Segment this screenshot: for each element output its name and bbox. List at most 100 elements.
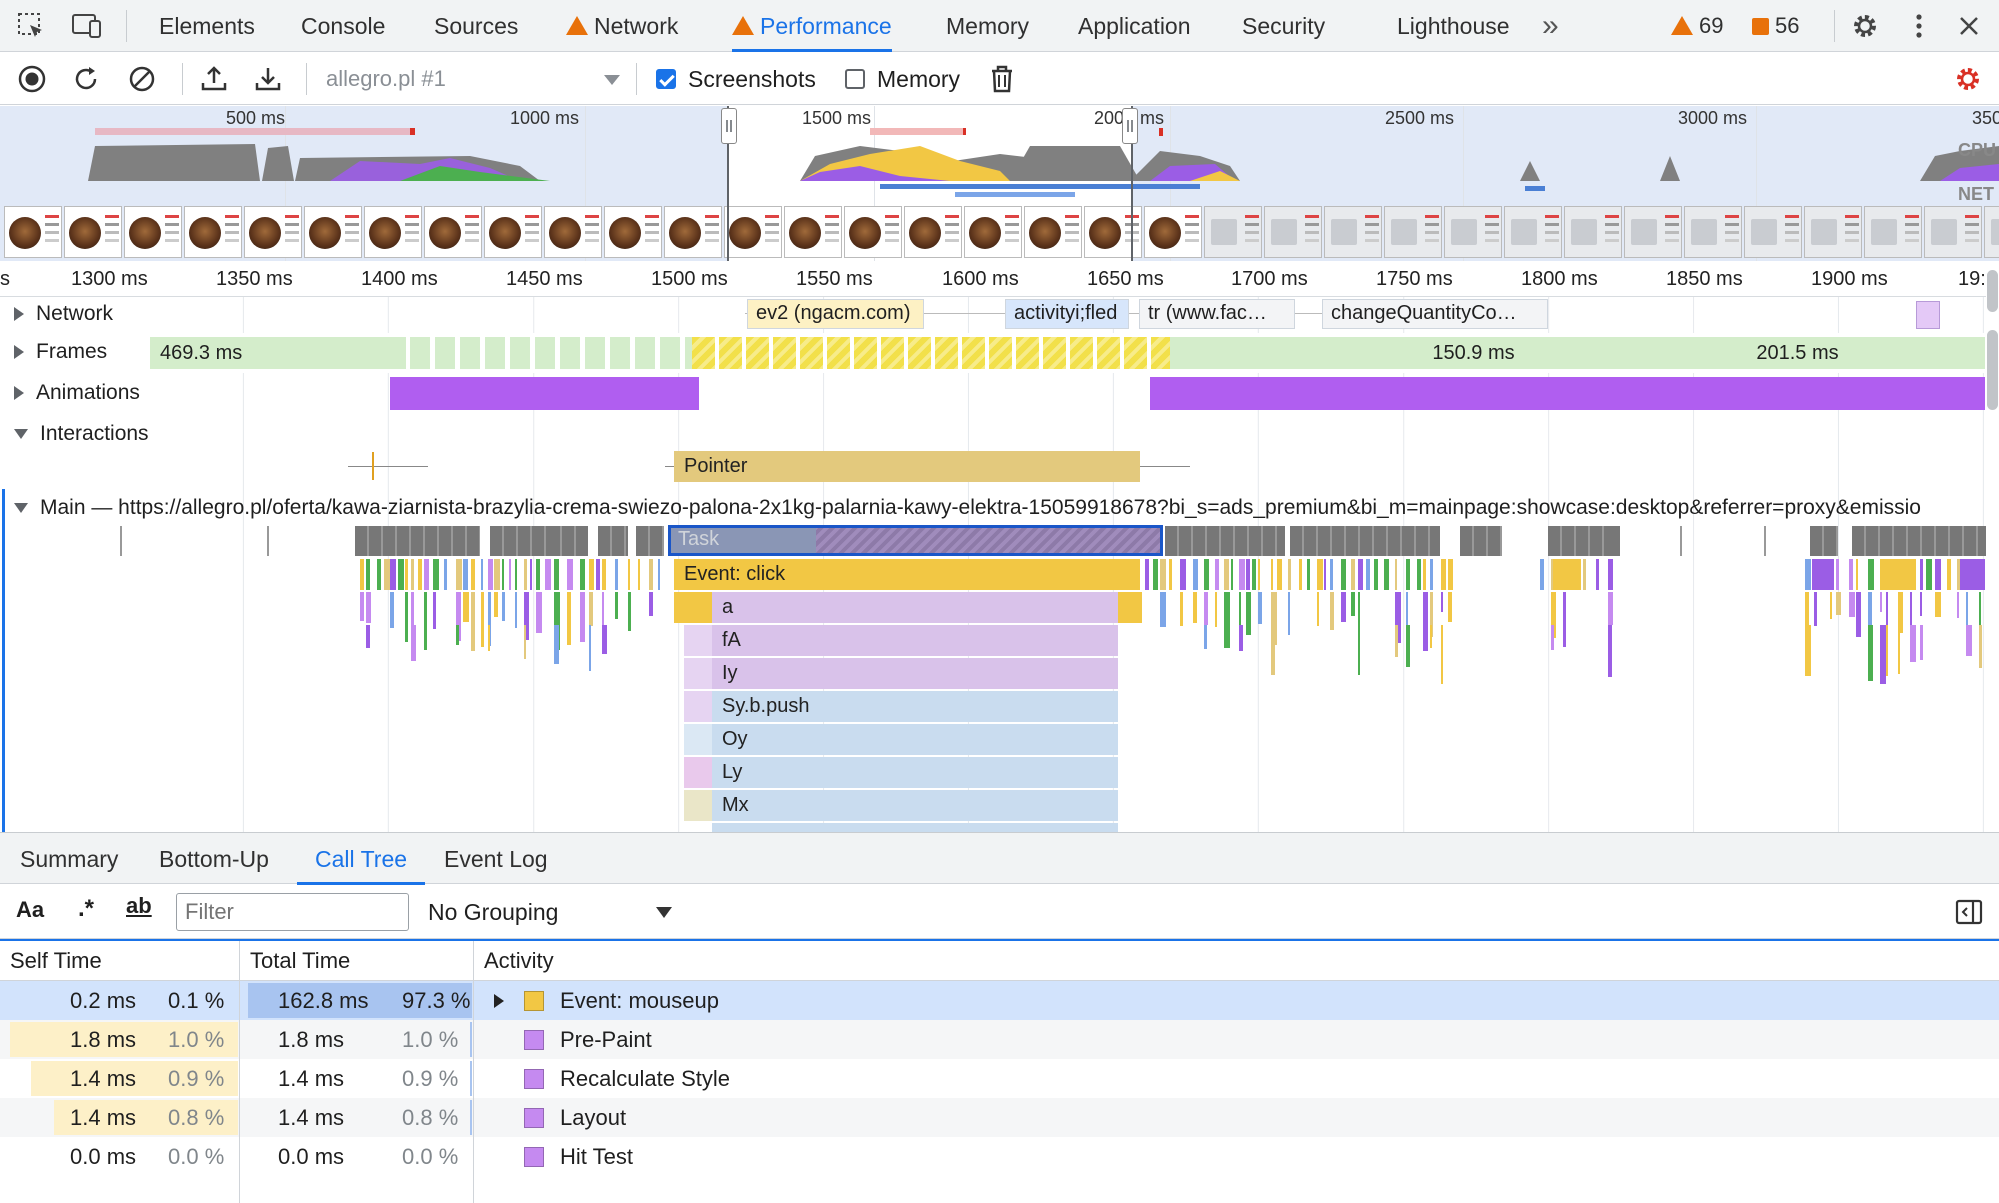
flame-frame[interactable]: Oy <box>712 724 1118 755</box>
flame-mini-event[interactable] <box>1204 625 1207 649</box>
flame-mini-event[interactable] <box>589 625 591 671</box>
interaction-bar[interactable]: Pointer <box>674 451 1140 482</box>
upload-profile-icon[interactable] <box>196 61 232 97</box>
flame-mini-event[interactable] <box>456 559 462 590</box>
flame-mini-event[interactable] <box>1856 559 1858 590</box>
more-tabs-button[interactable]: » <box>1542 0 1559 52</box>
capture-settings-gear-icon[interactable] <box>1950 61 1986 97</box>
table-row[interactable]: 1.4 ms 0.9 % 1.4 ms 0.9 % Recalculate Style <box>0 1059 1999 1098</box>
flame-mini-event[interactable] <box>602 625 607 654</box>
flame-mini-event[interactable] <box>463 592 469 622</box>
flame-mini-event[interactable] <box>424 559 429 590</box>
flame-event[interactable] <box>1880 559 1916 590</box>
flame-mini-event[interactable] <box>1947 559 1951 590</box>
flame-mini-event[interactable] <box>536 592 542 633</box>
frame-block-dropped[interactable] <box>827 337 850 369</box>
tab-performance[interactable]: Performance <box>732 0 892 52</box>
memory-checkbox[interactable]: Memory <box>845 53 960 105</box>
animation-bar[interactable] <box>1150 377 1985 410</box>
flame-mini-event[interactable] <box>1395 625 1398 657</box>
flame-mini-event[interactable] <box>1596 559 1599 590</box>
flame-mini-event[interactable] <box>1583 559 1586 590</box>
frame-block-dropped[interactable] <box>1070 337 1093 369</box>
frame-block-dropped[interactable] <box>989 337 1012 369</box>
flame-mini-event[interactable] <box>615 559 618 590</box>
flame-mini-event[interactable] <box>554 559 559 590</box>
flame-mini-event[interactable] <box>602 592 604 627</box>
table-row[interactable]: 0.2 ms 0.1 % 162.8 ms 97.3 % Event: mouseup <box>0 981 1999 1020</box>
flame-mini-event[interactable] <box>1153 559 1158 590</box>
flame-mini-event[interactable] <box>1406 559 1410 590</box>
flame-mini-event[interactable] <box>1814 592 1817 626</box>
flame-mini-event[interactable] <box>628 559 630 590</box>
flame-mini-event[interactable] <box>536 559 540 590</box>
frame-block[interactable]: 469.3 ms <box>150 337 406 369</box>
flame-mini-event[interactable] <box>1215 559 1219 590</box>
selection-right-handle[interactable] <box>1122 108 1138 144</box>
screenshot-thumbnail[interactable] <box>1264 206 1322 258</box>
frame-block-dropped[interactable] <box>1124 337 1147 369</box>
frame-block-dropped[interactable] <box>935 337 958 369</box>
flame-mini-event[interactable] <box>390 592 394 628</box>
screenshot-thumbnail[interactable] <box>724 206 782 258</box>
flame-mini-event[interactable] <box>1246 592 1251 635</box>
frame-block[interactable] <box>560 337 580 369</box>
screenshot-thumbnail[interactable] <box>784 206 842 258</box>
network-track-toggle[interactable]: Network <box>14 299 113 329</box>
tab-summary[interactable]: Summary <box>20 833 118 885</box>
screenshot-thumbnail[interactable] <box>1204 206 1262 258</box>
flame-mini-event[interactable] <box>580 559 585 590</box>
inspect-element-icon[interactable] <box>14 10 48 42</box>
screenshot-thumbnail[interactable] <box>1684 206 1742 258</box>
warnings-counter[interactable]: 69 <box>1671 0 1723 52</box>
flame-mini-event[interactable] <box>433 559 439 590</box>
interactions-track-toggle[interactable]: Interactions <box>14 419 149 449</box>
tab-call-tree[interactable]: Call Tree <box>296 833 426 885</box>
flame-mini-event[interactable] <box>1358 559 1363 590</box>
flame-mini-event[interactable] <box>1169 559 1172 590</box>
flame-frame[interactable] <box>674 592 712 623</box>
flame-event-click[interactable]: Event: click <box>674 559 1140 590</box>
filter-input[interactable] <box>176 893 409 931</box>
flame-mini-event[interactable] <box>1193 559 1198 590</box>
flame-mini-event[interactable] <box>1395 559 1397 590</box>
flame-mini-event[interactable] <box>1406 625 1410 667</box>
flame-mini-event[interactable] <box>1239 625 1243 651</box>
flame-frame[interactable]: a <box>712 592 1118 623</box>
flame-mini-event[interactable] <box>1898 625 1900 674</box>
flame-mini-event[interactable] <box>1608 625 1612 677</box>
flame-mini-event[interactable] <box>398 559 404 590</box>
flame-mini-event[interactable] <box>1430 559 1433 590</box>
whole-word-button[interactable]: ab <box>126 893 152 919</box>
flame-mini-event[interactable] <box>554 625 559 664</box>
flame-mini-event[interactable] <box>1926 559 1932 590</box>
flame-mini-event[interactable] <box>628 592 631 631</box>
flame-mini-event[interactable] <box>1374 559 1378 590</box>
grouping-select[interactable]: No Grouping <box>428 885 678 939</box>
task-block[interactable] <box>355 526 480 556</box>
flame-mini-event[interactable] <box>411 625 416 661</box>
clear-button[interactable] <box>124 61 160 97</box>
flame-mini-event[interactable] <box>524 625 526 659</box>
network-request[interactable]: changeQuantityCo… <box>1322 299 1548 329</box>
flame-mini-event[interactable] <box>1307 559 1310 590</box>
flame-mini-event[interactable] <box>502 559 504 590</box>
task-block[interactable] <box>1290 526 1440 556</box>
frame-block[interactable] <box>485 337 505 369</box>
screenshot-thumbnail[interactable] <box>1804 206 1862 258</box>
flame-mini-event[interactable] <box>1180 592 1183 626</box>
frame-block[interactable] <box>585 337 605 369</box>
flame-mini-event[interactable] <box>567 592 571 645</box>
flame-mini-event[interactable] <box>494 559 500 590</box>
screenshot-thumbnail[interactable] <box>904 206 962 258</box>
flame-mini-event[interactable] <box>638 559 640 590</box>
column-header-activity[interactable]: Activity <box>474 941 1999 981</box>
match-case-button[interactable]: Aa <box>16 897 44 923</box>
flame-mini-event[interactable] <box>515 559 517 590</box>
flame-mini-event[interactable] <box>1979 625 1982 668</box>
flame-frame[interactable]: fA <box>712 625 1118 656</box>
task-block[interactable] <box>598 526 628 556</box>
flame-mini-event[interactable] <box>1366 559 1370 590</box>
flame-mini-event[interactable] <box>494 592 498 617</box>
flame-mini-event[interactable] <box>488 625 490 651</box>
